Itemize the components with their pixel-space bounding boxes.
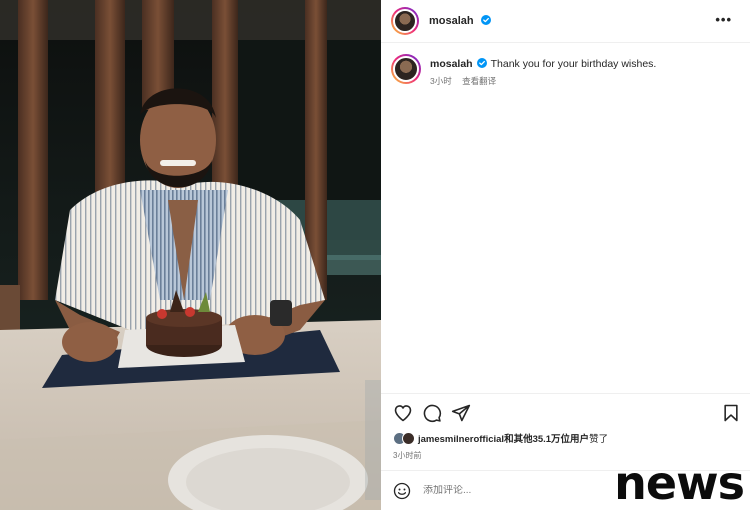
comment-icon[interactable] (422, 403, 442, 423)
liked-by-user[interactable]: jamesmilnerofficial (418, 434, 504, 445)
verified-badge-icon (476, 58, 487, 68)
more-horizontal-icon[interactable]: ••• (715, 13, 732, 26)
likes-suffix: 赞了 (589, 434, 609, 445)
post-details-panel: mosalah ••• mosalah Thank you for your b… (381, 0, 750, 510)
avatar (402, 431, 415, 445)
comment-input[interactable] (423, 485, 603, 496)
heart-icon[interactable] (393, 403, 413, 423)
header-username[interactable]: mosalah (429, 15, 491, 27)
action-bar (381, 393, 750, 431)
post-timestamp[interactable]: 3小时前 (393, 450, 421, 461)
caption-time[interactable]: 3小时 (430, 76, 452, 86)
birthday-photo-image (0, 0, 381, 510)
emoji-icon[interactable] (393, 482, 411, 500)
caption-avatar[interactable] (391, 54, 421, 84)
avatar[interactable] (391, 7, 419, 35)
likes-count[interactable]: 和其他35.1万位用户 (504, 434, 589, 445)
share-icon[interactable] (451, 403, 471, 423)
likes-summary: jamesmilnerofficial和其他35.1万位用户赞了 (393, 431, 608, 445)
header-username-label[interactable]: mosalah (429, 15, 474, 27)
caption: mosalah Thank you for your birthday wish… (391, 54, 741, 87)
caption-text: Thank you for your birthday wishes. (490, 58, 657, 70)
caption-username[interactable]: mosalah (430, 58, 473, 70)
post-header: mosalah ••• (381, 0, 750, 43)
news-watermark: news (614, 456, 745, 510)
bookmark-icon[interactable] (721, 403, 741, 423)
see-translation-link[interactable]: 查看翻译 (462, 76, 496, 86)
verified-badge-icon (480, 15, 491, 25)
post-photo[interactable] (0, 0, 381, 510)
